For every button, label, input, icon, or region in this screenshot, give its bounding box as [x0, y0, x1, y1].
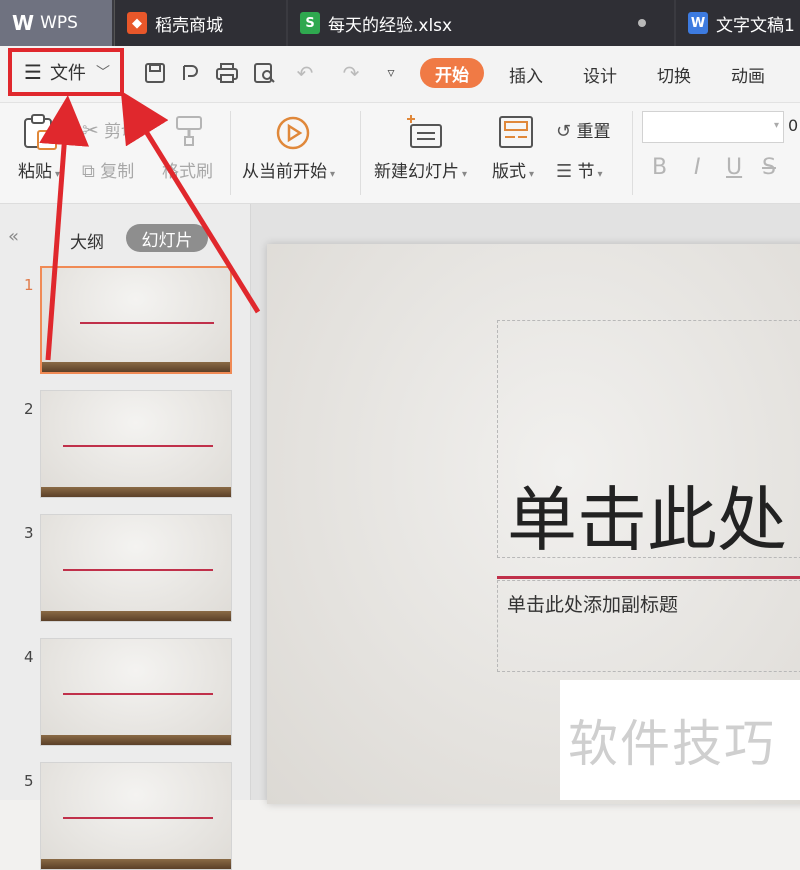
copy-label: 复制 [100, 162, 135, 182]
underline-button[interactable]: U [726, 155, 742, 180]
tab-label: 每天的经验.xlsx [328, 15, 453, 36]
tab-home[interactable]: 开始 [420, 58, 484, 88]
home-ribbon: 粘贴 ▾ ✂ 剪切 ⧉ 复制 格式刷 从当前开始 ▾ 新建幻灯片 ▾ 版式 ▾ ↺ 重置… [0, 103, 800, 204]
save-icon[interactable] [142, 60, 168, 86]
section-icon: ☰ [556, 161, 573, 182]
title-accent-line [497, 576, 800, 579]
file-menu-label: 文件 [49, 63, 86, 84]
new-slide-button[interactable]: 新建幻灯片 ▾ [374, 157, 467, 182]
wps-logo-icon: W [12, 11, 35, 35]
ribbon-divider [632, 111, 633, 195]
tab-slides[interactable]: 幻灯片 [126, 224, 208, 252]
writer-icon: W [688, 12, 708, 34]
slide-title-text[interactable]: 单击此处 [507, 464, 787, 565]
reset-icon: ↺ [556, 121, 572, 142]
new-slide-label: 新建幻灯片 [374, 162, 459, 182]
tab-outline[interactable]: 大纲 [70, 228, 104, 253]
slide-number: 4 [24, 648, 34, 666]
cut-label: 剪切 [104, 122, 139, 142]
bold-button[interactable]: B [652, 155, 667, 180]
layout-label: 版式 [492, 162, 526, 182]
slide-thumbnail[interactable] [40, 390, 232, 498]
tab-docer-store[interactable]: ◆ 稻壳商城 [114, 0, 286, 46]
font-size-field[interactable]: 0 [788, 116, 798, 135]
tab-wps-home[interactable]: W WPS [0, 0, 112, 46]
play-from-current-label: 从当前开始 [242, 162, 327, 182]
italic-button[interactable]: I [694, 155, 701, 180]
chevron-down-icon: ﹀ [95, 65, 110, 81]
print-preview-icon[interactable] [252, 60, 278, 86]
docer-icon: ◆ [127, 12, 147, 34]
chevron-down-icon: ▾ [773, 120, 779, 131]
tab-writer-document[interactable]: W 文字文稿1 [676, 0, 800, 46]
unsaved-dot-icon [638, 19, 646, 27]
undo-icon[interactable]: ↶ [292, 60, 318, 86]
tab-animation[interactable]: 动画 [731, 62, 765, 87]
strikethrough-button[interactable]: S [762, 155, 776, 180]
copy-button[interactable]: ⧉ 复制 [82, 157, 134, 182]
paste-label: 粘贴 [18, 162, 52, 182]
slide-number: 2 [24, 400, 34, 418]
slide-thumbnail[interactable] [40, 638, 232, 746]
format-painter-icon [172, 113, 206, 151]
new-slide-icon [405, 113, 445, 155]
reset-label: 重置 [576, 122, 611, 142]
scissors-icon: ✂ [82, 118, 99, 142]
tab-xlsx-document[interactable]: S 每天的经验.xlsx [288, 0, 674, 46]
collapse-panel-icon[interactable]: « [8, 226, 19, 247]
slide-number: 1 [24, 276, 34, 294]
copy-icon: ⧉ [82, 161, 95, 182]
spreadsheet-icon: S [300, 12, 320, 34]
ribbon-divider [230, 111, 231, 195]
tab-insert[interactable]: 插入 [509, 62, 543, 87]
tab-label: WPS [40, 13, 78, 33]
layout-icon [498, 115, 534, 153]
slide-thumbnail[interactable] [40, 762, 232, 870]
tab-design[interactable]: 设计 [583, 62, 617, 87]
ribbon-divider [360, 111, 361, 195]
slide-number: 5 [24, 772, 34, 790]
section-label: 节 [577, 162, 595, 182]
watermark-text: 软件技巧 [568, 715, 776, 773]
slide-subtitle-text[interactable]: 单击此处添加副标题 [507, 590, 678, 617]
paste-icon[interactable] [22, 113, 58, 155]
redo-icon[interactable]: ↷ [338, 60, 364, 86]
tab-transition[interactable]: 切换 [657, 62, 691, 87]
slide-thumbnail[interactable] [40, 266, 232, 374]
font-name-dropdown[interactable]: ▾ [642, 111, 784, 143]
quick-access-more-icon[interactable]: ▿ [378, 60, 404, 86]
export-icon[interactable] [178, 60, 204, 86]
print-icon[interactable] [214, 60, 240, 86]
paste-button[interactable]: 粘贴 ▾ [18, 157, 60, 182]
format-painter-button[interactable]: 格式刷 [162, 157, 213, 182]
watermark-box: 软件技巧 [560, 680, 800, 800]
reset-button[interactable]: ↺ 重置 [556, 117, 611, 142]
layout-button[interactable]: 版式 ▾ [492, 157, 534, 182]
hamburger-icon: ☰ [24, 60, 42, 84]
cut-button[interactable]: ✂ 剪切 [82, 117, 138, 142]
file-menu-button[interactable]: ☰ 文件 ﹀ [8, 48, 124, 96]
tab-label: 稻壳商城 [155, 15, 223, 36]
main-toolbar: ☰ 文件 ﹀ ↶ ↷ ▿ 开始 插入 设计 切换 动画 [0, 46, 800, 103]
slide-thumbnail[interactable] [40, 514, 232, 622]
play-from-current-icon [275, 115, 311, 155]
section-button[interactable]: ☰ 节 ▾ [556, 157, 603, 182]
tab-label: 文字文稿1 [716, 15, 795, 36]
title-tab-bar: W WPS ◆ 稻壳商城 S 每天的经验.xlsx W 文字文稿1 [0, 0, 800, 46]
slides-panel: « 大纲 幻灯片 1 2 3 4 5 [0, 204, 251, 870]
slide-number: 3 [24, 524, 34, 542]
play-from-current-button[interactable]: 从当前开始 ▾ [242, 157, 335, 182]
